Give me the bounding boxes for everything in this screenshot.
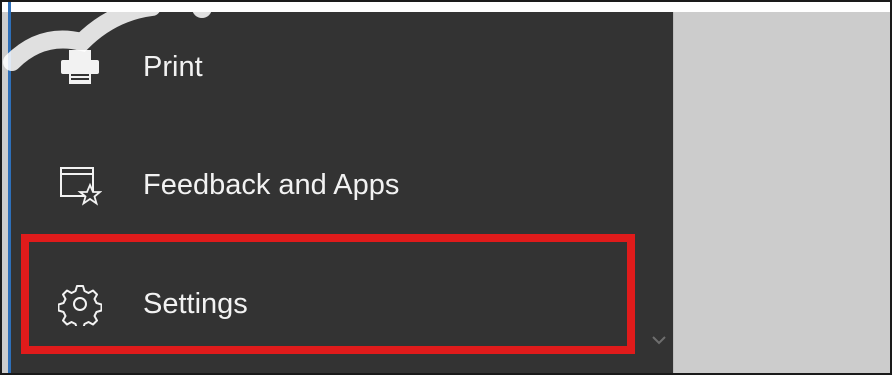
- menu-item-label: Feedback and Apps: [143, 168, 400, 201]
- menu-item-print[interactable]: Print: [11, 12, 673, 122]
- top-strip: [2, 2, 890, 12]
- menu-panel: Print Feedback and Apps Settings: [11, 12, 673, 373]
- menu-item-feedback-and-apps[interactable]: Feedback and Apps: [11, 130, 673, 240]
- menu-item-settings[interactable]: Settings: [11, 249, 673, 359]
- content-area: [673, 12, 890, 373]
- menu-item-label: Settings: [143, 287, 248, 320]
- chevron-down-icon[interactable]: [651, 333, 667, 347]
- menu-item-label: Print: [143, 50, 203, 83]
- gear-icon: [56, 280, 104, 328]
- feedback-star-icon: [56, 161, 104, 209]
- printer-icon: [56, 43, 104, 91]
- app-window: Print Feedback and Apps Settings: [0, 0, 892, 375]
